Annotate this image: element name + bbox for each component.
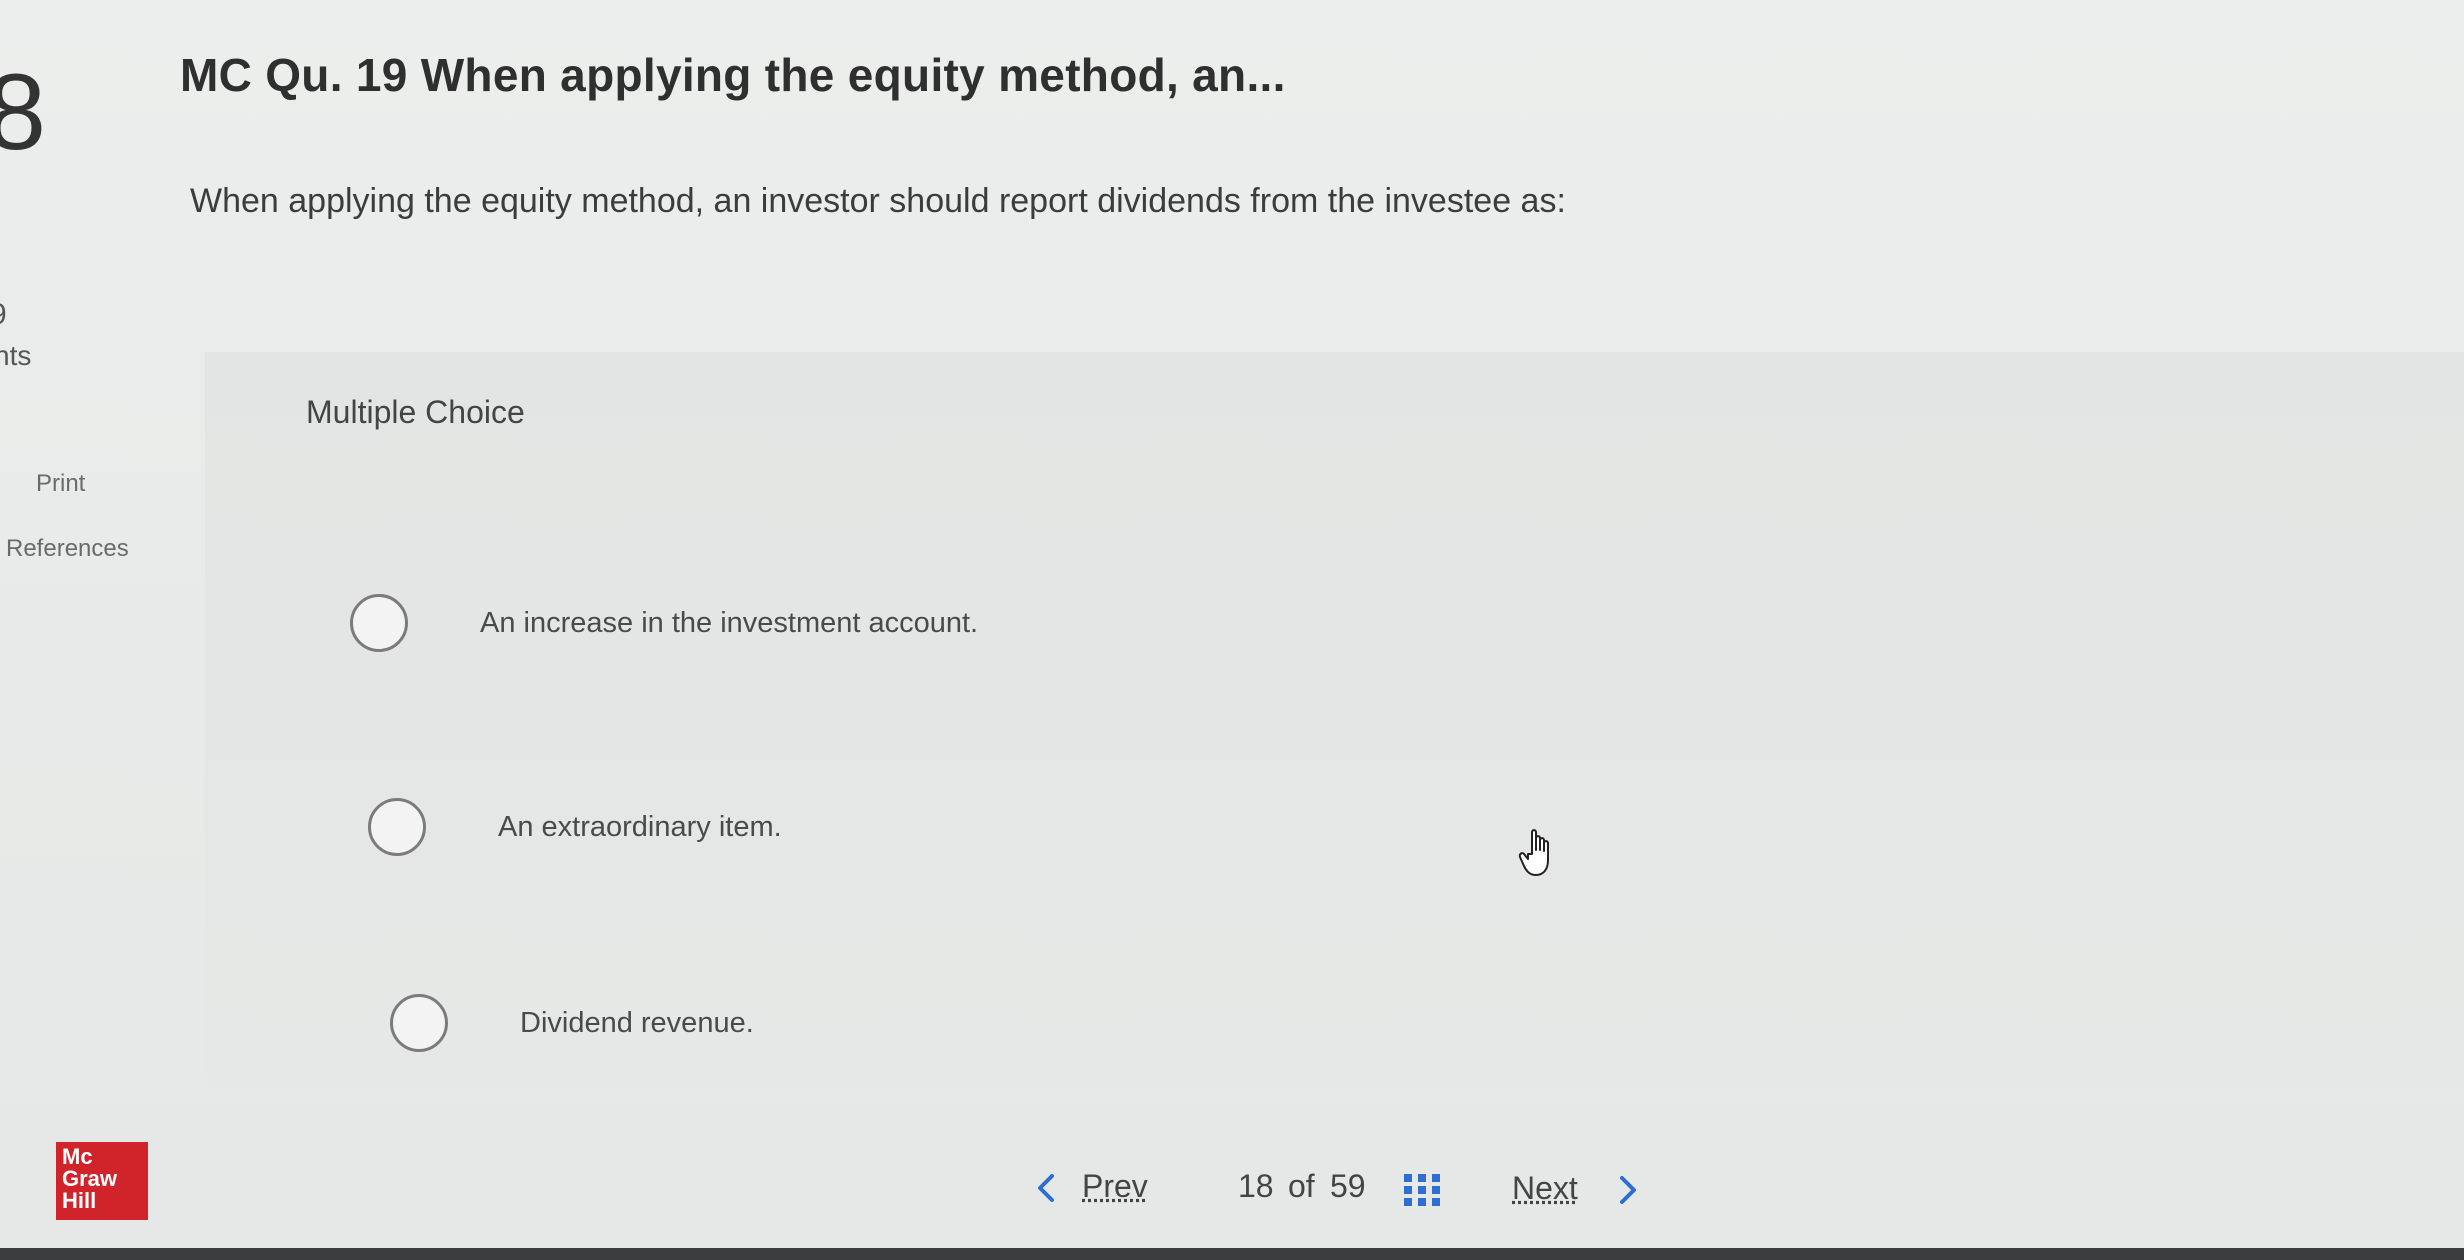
- option-a-label[interactable]: An increase in the investment account.: [480, 607, 978, 640]
- assessment-page: 8 9 nts Print References Mc Graw Hill MC…: [0, 0, 2464, 1250]
- hand-cursor-icon: [1518, 829, 1549, 876]
- logo-line-3: Hill: [62, 1188, 97, 1213]
- bottom-bar: [0, 1248, 2464, 1260]
- print-link[interactable]: Print: [36, 470, 85, 498]
- points-value: 9: [0, 298, 7, 332]
- total-pages: 59: [1330, 1168, 1366, 1204]
- question-grid-icon[interactable]: [1402, 1170, 1442, 1210]
- prev-button[interactable]: Prev: [1082, 1168, 1148, 1205]
- references-link[interactable]: References: [6, 535, 129, 563]
- points-label: nts: [0, 340, 32, 371]
- option-b-radio[interactable]: [368, 798, 426, 856]
- option-c-label[interactable]: Dividend revenue.: [520, 1007, 754, 1040]
- mcgraw-hill-logo: Mc Graw Hill: [56, 1142, 148, 1220]
- option-b[interactable]: An extraordinary item.: [368, 798, 782, 856]
- option-b-label[interactable]: An extraordinary item.: [498, 811, 782, 844]
- option-c[interactable]: Dividend revenue.: [390, 994, 754, 1052]
- question-prompt: When applying the equity method, an inve…: [190, 182, 1566, 220]
- option-c-radio[interactable]: [390, 994, 448, 1052]
- answer-panel: [205, 352, 2464, 1092]
- logo-line-1: Mc: [62, 1144, 93, 1169]
- logo-line-2: Graw: [62, 1166, 118, 1191]
- option-a[interactable]: An increase in the investment account.: [350, 594, 978, 652]
- current-page: 18: [1238, 1168, 1274, 1204]
- question-number: 8: [0, 51, 47, 172]
- chevron-right-icon[interactable]: [1614, 1170, 1644, 1210]
- option-a-radio[interactable]: [350, 594, 408, 652]
- page-of-label: of: [1288, 1168, 1315, 1204]
- next-button[interactable]: Next: [1512, 1170, 1578, 1207]
- question-title: MC Qu. 19 When applying the equity metho…: [180, 49, 1286, 101]
- question-type-label: Multiple Choice: [306, 394, 525, 430]
- chevron-left-icon[interactable]: [1030, 1168, 1060, 1208]
- left-rail: 8 9 nts Print References Mc Graw Hill: [0, 0, 200, 1250]
